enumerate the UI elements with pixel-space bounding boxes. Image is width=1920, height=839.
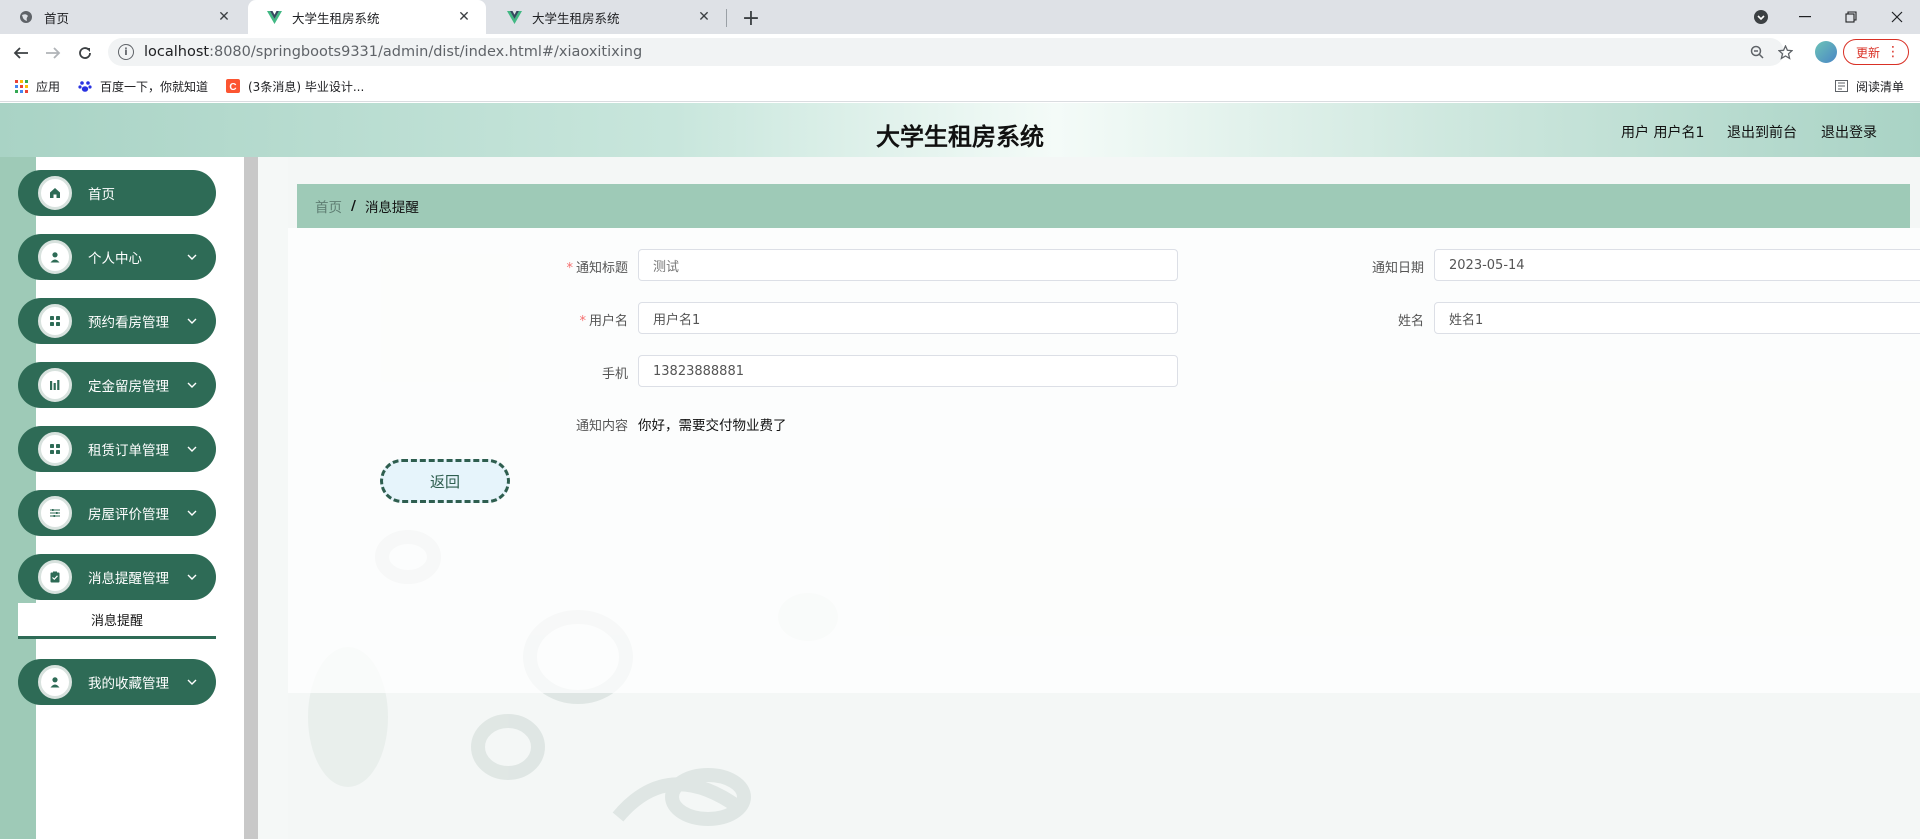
baidu-paw-icon <box>78 79 92 93</box>
required-mark: * <box>566 261 573 276</box>
breadcrumb-separator: / <box>351 198 356 214</box>
chevron-down-icon <box>186 443 198 455</box>
sidebar-item-home[interactable]: 首页 <box>18 170 216 216</box>
breadcrumb: 首页 / 消息提醒 <box>297 184 1910 228</box>
csdn-c-icon: C <box>226 79 240 93</box>
user-icon <box>38 240 72 274</box>
sidebar-item-label: 首页 <box>88 187 115 203</box>
tab-title: 首页 <box>44 10 70 26</box>
sidebar-item-personal-center[interactable]: 个人中心 <box>18 234 216 280</box>
chevron-down-icon <box>186 507 198 519</box>
forward-arrow-icon[interactable] <box>40 40 66 66</box>
notice-title-input[interactable]: 测试 <box>638 249 1178 281</box>
notice-date-input[interactable]: 2023-05-14 <box>1434 249 1920 281</box>
tab-title: 大学生租房系统 <box>292 10 380 26</box>
tab-separator <box>726 9 727 27</box>
minimize-icon[interactable] <box>1782 0 1828 34</box>
chevron-down-icon <box>186 571 198 583</box>
main-content: 首页 / 消息提醒 * 通知标题 测试 通知日期 2023-05-14 * 用户名 … <box>258 157 1920 839</box>
sidebar-subitem-message-reminder[interactable]: 消息提醒 <box>18 603 216 639</box>
bars-icon <box>38 368 72 402</box>
sidebar-item-label: 定金留房管理 <box>88 379 169 395</box>
vue-icon <box>266 9 282 25</box>
sidebar-item-lease-orders[interactable]: 租赁订单管理 <box>18 426 216 472</box>
tab-search-icon[interactable] <box>1738 0 1784 34</box>
notice-date-label: 通知日期 <box>1371 261 1424 276</box>
sidebar-item-favorites[interactable]: 我的收藏管理 <box>18 659 216 705</box>
notice-title-label: * 通知标题 <box>566 261 628 276</box>
chevron-down-icon <box>186 676 198 688</box>
sidebar-item-message-reminders[interactable]: 消息提醒管理 <box>18 554 216 600</box>
close-icon[interactable]: ✕ <box>216 9 232 25</box>
clipboard-icon <box>38 560 72 594</box>
close-icon[interactable]: ✕ <box>696 9 712 25</box>
breadcrumb-current: 消息提醒 <box>364 200 419 216</box>
sidebar-item-house-reviews[interactable]: 房屋评价管理 <box>18 490 216 536</box>
current-user-label: 用户 用户名1 <box>1621 125 1705 141</box>
bookmark-baidu[interactable]: 百度一下，你就知道 <box>78 70 208 102</box>
required-mark: * <box>579 314 586 329</box>
sidebar-item-label: 我的收藏管理 <box>88 676 169 692</box>
sidebar-item-label: 消息提醒管理 <box>88 571 169 587</box>
address-bar-row: i localhost:8080/springboots9331/admin/d… <box>0 34 1920 70</box>
name-label: 姓名 <box>1397 314 1424 329</box>
form-panel <box>288 228 1920 693</box>
username-label: * 用户名 <box>579 314 628 329</box>
chevron-down-icon <box>186 379 198 391</box>
bookmark-apps[interactable]: 应用 <box>14 70 60 102</box>
site-info-icon[interactable]: i <box>118 44 134 60</box>
bookmarks-bar: 应用 百度一下，你就知道 C (3条消息) 毕业设计... 阅读清单 <box>0 70 1920 102</box>
phone-input[interactable]: 13823888881 <box>638 355 1178 387</box>
browser-update-button[interactable]: 更新 ⋮ <box>1843 39 1909 65</box>
phone-label: 手机 <box>601 367 628 382</box>
exit-to-front-link[interactable]: 退出到前台 <box>1727 122 1797 142</box>
user-icon <box>38 665 72 699</box>
more-menu-icon[interactable]: ⋮ <box>1886 43 1900 61</box>
url-bar[interactable]: i localhost:8080/springboots9331/admin/d… <box>108 38 1793 66</box>
grid-icon <box>38 304 72 338</box>
sliders-icon <box>38 496 72 530</box>
logout-link[interactable]: 退出登录 <box>1821 122 1877 142</box>
username-input[interactable]: 用户名1 <box>638 302 1178 334</box>
close-icon[interactable]: ✕ <box>456 9 472 25</box>
restore-icon[interactable] <box>1828 0 1874 34</box>
home-icon <box>38 176 72 210</box>
browser-tab-third[interactable]: 大学生租房系统 ✕ <box>488 0 726 34</box>
app-header: 大学生租房系统 用户 用户名1 退出到前台 退出登录 <box>0 103 1920 157</box>
notice-content-value: 你好，需要交付物业费了 <box>638 418 787 434</box>
grid-icon <box>38 432 72 466</box>
browser-tab-bar: 首页 ✕ 大学生租房系统 ✕ 大学生租房系统 ✕ + <box>0 0 1920 34</box>
new-tab-button[interactable]: + <box>738 5 764 31</box>
tab-title: 大学生租房系统 <box>532 10 620 26</box>
reload-icon[interactable] <box>72 40 98 66</box>
breadcrumb-home-link[interactable]: 首页 <box>315 196 342 216</box>
apps-grid-icon <box>14 79 28 93</box>
reading-list-icon <box>1834 79 1848 93</box>
reading-list[interactable]: 阅读清单 <box>1834 70 1904 102</box>
browser-tab-home[interactable]: 首页 ✕ <box>0 0 246 34</box>
close-window-icon[interactable] <box>1874 0 1920 34</box>
globe-icon <box>18 9 34 25</box>
zoom-icon[interactable] <box>1748 43 1766 61</box>
bookmark-star-icon[interactable] <box>1776 43 1794 61</box>
sidebar-item-label: 租赁订单管理 <box>88 443 169 459</box>
svg-text:C: C <box>229 82 236 93</box>
notice-content-label: 通知内容 <box>575 419 628 434</box>
sidebar-item-viewing-appointments[interactable]: 预约看房管理 <box>18 298 216 344</box>
chevron-down-icon <box>186 315 198 327</box>
sidebar-item-label: 个人中心 <box>88 251 142 267</box>
vue-icon <box>506 9 522 25</box>
back-button[interactable]: 返回 <box>380 459 510 503</box>
sidebar-item-deposit-reservation[interactable]: 定金留房管理 <box>18 362 216 408</box>
sidebar-scrollbar[interactable] <box>244 157 258 839</box>
sidebar-item-label: 房屋评价管理 <box>88 507 169 523</box>
chevron-down-icon <box>186 251 198 263</box>
back-arrow-icon[interactable] <box>8 40 34 66</box>
profile-avatar-icon[interactable] <box>1815 41 1837 63</box>
browser-tab-active[interactable]: 大学生租房系统 ✕ <box>248 0 486 34</box>
sidebar-item-label: 预约看房管理 <box>88 315 169 331</box>
url-text: localhost:8080/springboots9331/admin/dis… <box>144 44 643 60</box>
name-input[interactable]: 姓名1 <box>1434 302 1920 334</box>
bookmark-csdn[interactable]: C (3条消息) 毕业设计... <box>226 70 364 102</box>
